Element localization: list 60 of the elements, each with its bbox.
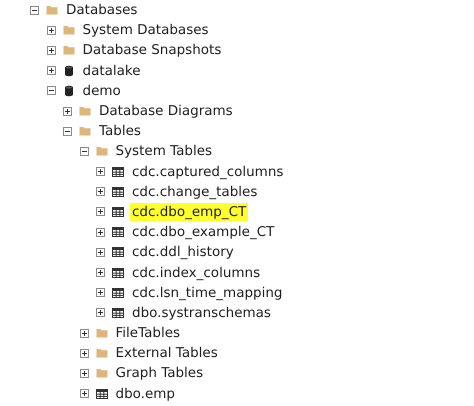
folder-icon [96,347,108,360]
tree-item[interactable]: Database Snapshots [80,41,224,60]
database-icon [62,84,74,97]
folder-icon [62,44,74,56]
tree-item[interactable]: Databases [64,1,140,20]
expand-toggle-icon[interactable] [96,268,105,278]
folder-icon [96,367,108,380]
tree-item[interactable]: Database Diagrams [97,102,235,120]
expand-toggle-icon[interactable] [80,348,88,358]
tree-item[interactable]: cdc.dbo_emp_CT [130,202,248,221]
expand-toggle-icon[interactable] [96,207,105,216]
expand-toggle-icon[interactable] [46,66,56,76]
table-icon [96,388,108,400]
tree-item[interactable]: FileTables [114,324,182,342]
tree-item[interactable]: demo [80,82,123,100]
tree-item[interactable]: cdc.dbo_example_CT [130,223,276,242]
tree-item[interactable]: dbo.systranschemas [130,304,273,322]
tree-item[interactable]: Tables [97,122,143,140]
table-icon [112,166,124,178]
table-icon [112,286,124,299]
collapse-toggle-icon[interactable] [63,126,72,136]
expand-toggle-icon[interactable] [46,46,56,55]
table-icon [112,226,124,238]
table-icon [112,206,124,218]
tree-item[interactable]: cdc.index_columns [130,264,262,282]
tree-item[interactable]: cdc.change_tables [130,182,260,201]
expand-toggle-icon[interactable] [80,328,88,338]
table-icon [112,186,124,198]
tree-item[interactable]: cdc.captured_columns [130,162,286,181]
collapse-toggle-icon[interactable] [80,146,88,156]
expand-toggle-icon[interactable] [96,228,105,237]
expand-toggle-icon[interactable] [96,187,105,196]
expand-toggle-icon[interactable] [80,368,88,378]
tree-item[interactable]: System Databases [80,21,211,40]
database-icon [62,64,74,77]
expand-toggle-icon[interactable] [96,288,105,298]
folder-icon [96,327,108,340]
tree-item[interactable]: cdc.lsn_time_mapping [130,284,284,302]
folder-icon [79,105,91,118]
expand-toggle-icon[interactable] [63,106,72,116]
collapse-toggle-icon[interactable] [46,86,56,96]
tree-item[interactable]: dbo.emp [114,384,177,403]
tree-item[interactable]: Graph Tables [114,364,206,382]
folder-icon [79,125,91,138]
tree-item[interactable]: System Tables [114,142,214,160]
tree-item[interactable]: External Tables [114,344,220,362]
expand-toggle-icon[interactable] [96,308,105,318]
tree-item[interactable]: datalake [80,62,143,80]
table-icon [112,246,124,258]
table-icon [112,266,124,279]
table-icon [112,306,124,319]
folder-icon [96,145,108,158]
collapse-toggle-icon[interactable] [30,6,39,15]
expand-toggle-icon[interactable] [80,389,88,398]
expand-toggle-icon[interactable] [96,167,105,176]
expand-toggle-icon[interactable] [96,248,105,257]
folder-icon [46,4,58,16]
tree-item[interactable]: cdc.ddl_history [130,243,236,262]
folder-icon [62,24,74,36]
expand-toggle-icon[interactable] [46,26,56,35]
